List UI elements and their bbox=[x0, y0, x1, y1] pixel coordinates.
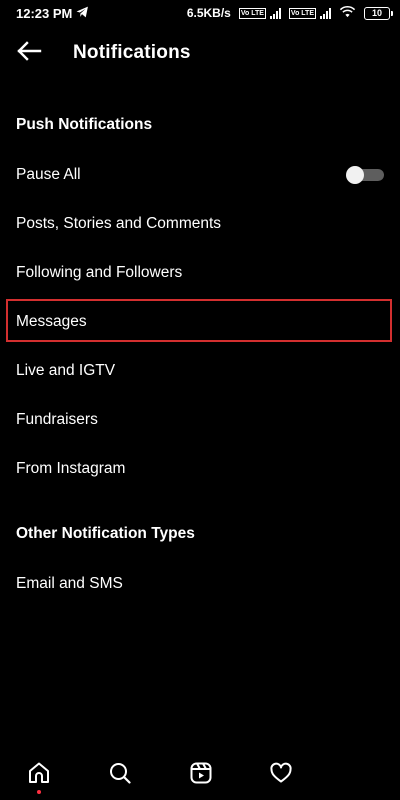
status-right: 6.5KB/s Vo LTE Vo LTE 10 bbox=[186, 5, 393, 21]
bottom-nav bbox=[0, 750, 400, 800]
wifi-icon bbox=[339, 5, 356, 21]
status-time: 12:23 PM bbox=[16, 5, 73, 21]
volte-badge-1: Vo LTE bbox=[238, 7, 266, 19]
settings-list: Push Notifications Pause All Posts, Stor… bbox=[0, 100, 400, 608]
row-label: Pause All bbox=[16, 165, 81, 183]
nav-activity[interactable] bbox=[268, 762, 294, 788]
row-posts-stories-comments[interactable]: Posts, Stories and Comments bbox=[0, 199, 400, 248]
volte-badge-2: Vo LTE bbox=[288, 7, 316, 19]
signal-icon bbox=[269, 7, 281, 19]
telegram-icon bbox=[76, 6, 89, 21]
row-from-instagram[interactable]: From Instagram bbox=[0, 444, 400, 493]
row-label: Fundraisers bbox=[16, 410, 98, 428]
row-pause-all[interactable]: Pause All bbox=[0, 150, 400, 199]
row-label: From Instagram bbox=[16, 459, 126, 477]
row-email-sms[interactable]: Email and SMS bbox=[0, 559, 400, 608]
battery-level: 10 bbox=[371, 8, 382, 18]
row-fundraisers[interactable]: Fundraisers bbox=[0, 395, 400, 444]
row-messages[interactable]: Messages bbox=[0, 297, 400, 346]
status-bar: 12:23 PM 6.5KB/s Vo LTE Vo LTE 10 bbox=[0, 0, 400, 26]
network-speed: 6.5KB/s bbox=[186, 6, 231, 20]
nav-reels[interactable] bbox=[188, 762, 214, 788]
signal-icon-2 bbox=[320, 7, 331, 19]
reels-icon bbox=[189, 761, 213, 790]
row-label: Email and SMS bbox=[16, 574, 123, 592]
nav-search[interactable] bbox=[107, 762, 133, 788]
row-following-followers[interactable]: Following and Followers bbox=[0, 248, 400, 297]
pause-all-toggle[interactable] bbox=[346, 165, 384, 184]
row-label: Following and Followers bbox=[16, 263, 183, 281]
row-label: Posts, Stories and Comments bbox=[16, 214, 222, 232]
back-button[interactable] bbox=[14, 38, 44, 68]
page-title: Notifications bbox=[73, 42, 191, 63]
nav-home[interactable] bbox=[26, 762, 52, 788]
activity-heart-icon bbox=[269, 761, 293, 790]
row-live-igtv[interactable]: Live and IGTV bbox=[0, 346, 400, 395]
home-icon bbox=[27, 761, 51, 790]
search-icon bbox=[108, 761, 132, 790]
section-divider bbox=[0, 493, 400, 509]
section-header-other: Other Notification Types bbox=[16, 525, 195, 542]
back-arrow-icon bbox=[16, 40, 42, 67]
row-label: Live and IGTV bbox=[16, 361, 116, 379]
row-label: Messages bbox=[16, 312, 87, 330]
battery-icon: 10 bbox=[364, 6, 393, 20]
header: Notifications bbox=[0, 26, 400, 80]
section-header-push: Push Notifications bbox=[16, 116, 153, 133]
status-left: 12:23 PM bbox=[16, 6, 89, 21]
notification-dot bbox=[37, 790, 41, 794]
toggle-knob bbox=[346, 165, 364, 184]
